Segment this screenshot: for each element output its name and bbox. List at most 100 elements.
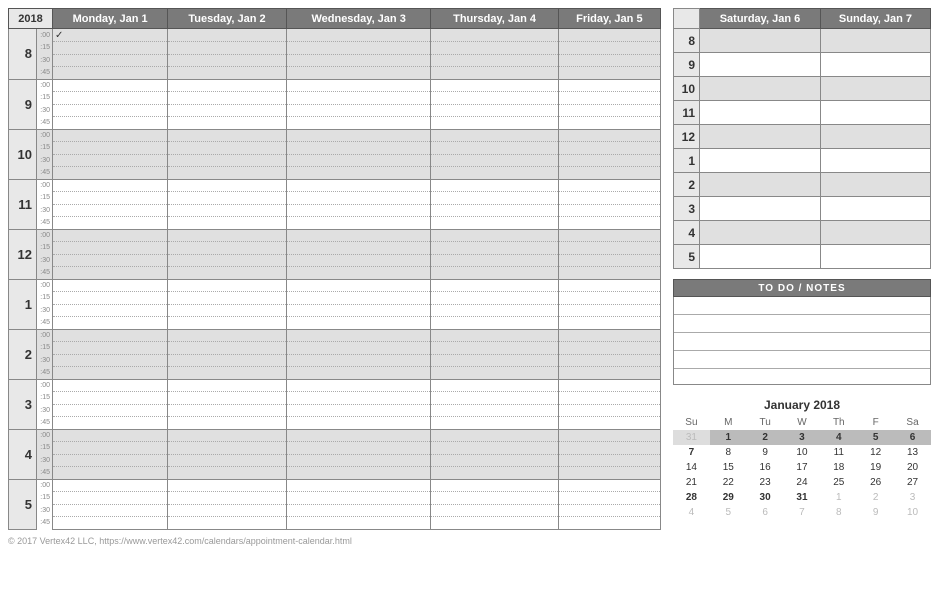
time-slot[interactable] xyxy=(558,129,660,142)
time-slot[interactable] xyxy=(431,379,558,392)
time-slot[interactable] xyxy=(558,467,660,480)
time-slot[interactable] xyxy=(286,117,431,130)
time-slot[interactable] xyxy=(286,79,431,92)
time-slot[interactable] xyxy=(168,317,287,330)
time-slot[interactable] xyxy=(53,167,168,180)
weekend-slot[interactable] xyxy=(700,77,821,101)
time-slot[interactable] xyxy=(286,104,431,117)
time-slot[interactable] xyxy=(558,67,660,80)
weekend-slot[interactable] xyxy=(700,221,821,245)
time-slot[interactable] xyxy=(53,379,168,392)
time-slot[interactable] xyxy=(431,192,558,205)
time-slot[interactable] xyxy=(168,229,287,242)
time-slot[interactable] xyxy=(168,504,287,517)
time-slot[interactable] xyxy=(286,279,431,292)
time-slot[interactable] xyxy=(53,54,168,67)
time-slot[interactable] xyxy=(558,392,660,405)
time-slot[interactable] xyxy=(53,154,168,167)
time-slot[interactable] xyxy=(558,92,660,105)
time-slot[interactable] xyxy=(286,92,431,105)
time-slot[interactable] xyxy=(286,242,431,255)
time-slot[interactable] xyxy=(53,404,168,417)
time-slot[interactable] xyxy=(53,317,168,330)
time-slot[interactable] xyxy=(431,342,558,355)
time-slot[interactable] xyxy=(286,367,431,380)
weekend-slot[interactable] xyxy=(820,149,930,173)
todo-body[interactable] xyxy=(673,297,931,385)
time-slot[interactable] xyxy=(558,217,660,230)
time-slot[interactable] xyxy=(168,217,287,230)
time-slot[interactable] xyxy=(168,254,287,267)
time-slot[interactable] xyxy=(286,292,431,305)
time-slot[interactable] xyxy=(558,354,660,367)
weekend-slot[interactable] xyxy=(700,245,821,269)
time-slot[interactable] xyxy=(286,317,431,330)
time-slot[interactable] xyxy=(558,404,660,417)
weekend-slot[interactable] xyxy=(700,197,821,221)
time-slot[interactable] xyxy=(53,117,168,130)
time-slot[interactable] xyxy=(558,142,660,155)
time-slot[interactable] xyxy=(558,367,660,380)
time-slot[interactable] xyxy=(558,104,660,117)
time-slot[interactable] xyxy=(558,179,660,192)
weekend-slot[interactable] xyxy=(820,101,930,125)
time-slot[interactable] xyxy=(431,392,558,405)
time-slot[interactable] xyxy=(168,304,287,317)
time-slot[interactable] xyxy=(431,254,558,267)
time-slot[interactable] xyxy=(286,354,431,367)
time-slot[interactable] xyxy=(286,167,431,180)
time-slot[interactable] xyxy=(286,229,431,242)
time-slot[interactable] xyxy=(168,292,287,305)
time-slot[interactable] xyxy=(168,192,287,205)
time-slot[interactable] xyxy=(286,129,431,142)
time-slot[interactable] xyxy=(558,517,660,530)
time-slot[interactable] xyxy=(286,392,431,405)
time-slot[interactable] xyxy=(558,317,660,330)
time-slot[interactable] xyxy=(286,204,431,217)
time-slot[interactable] xyxy=(431,154,558,167)
time-slot[interactable] xyxy=(431,279,558,292)
time-slot[interactable] xyxy=(431,229,558,242)
weekend-slot[interactable] xyxy=(820,125,930,149)
weekend-slot[interactable] xyxy=(820,77,930,101)
time-slot[interactable] xyxy=(286,342,431,355)
time-slot[interactable] xyxy=(286,142,431,155)
time-slot[interactable] xyxy=(431,54,558,67)
time-slot[interactable] xyxy=(286,42,431,55)
time-slot[interactable] xyxy=(431,292,558,305)
time-slot[interactable] xyxy=(558,279,660,292)
time-slot[interactable] xyxy=(558,42,660,55)
time-slot[interactable] xyxy=(53,142,168,155)
time-slot[interactable] xyxy=(53,179,168,192)
time-slot[interactable] xyxy=(431,367,558,380)
time-slot[interactable] xyxy=(53,504,168,517)
time-slot[interactable] xyxy=(286,217,431,230)
weekend-slot[interactable] xyxy=(820,29,930,53)
time-slot[interactable] xyxy=(558,492,660,505)
time-slot[interactable] xyxy=(168,279,287,292)
time-slot[interactable] xyxy=(431,492,558,505)
time-slot[interactable] xyxy=(286,454,431,467)
time-slot[interactable] xyxy=(53,67,168,80)
time-slot[interactable] xyxy=(286,417,431,430)
time-slot[interactable] xyxy=(168,467,287,480)
time-slot[interactable] xyxy=(558,479,660,492)
time-slot[interactable] xyxy=(558,167,660,180)
time-slot[interactable] xyxy=(286,192,431,205)
time-slot[interactable] xyxy=(168,492,287,505)
time-slot[interactable] xyxy=(431,79,558,92)
time-slot[interactable] xyxy=(168,179,287,192)
time-slot[interactable] xyxy=(168,129,287,142)
time-slot[interactable] xyxy=(168,392,287,405)
time-slot[interactable] xyxy=(431,267,558,280)
time-slot[interactable] xyxy=(53,217,168,230)
time-slot[interactable] xyxy=(558,429,660,442)
time-slot[interactable] xyxy=(53,354,168,367)
weekend-slot[interactable] xyxy=(820,197,930,221)
time-slot[interactable] xyxy=(168,104,287,117)
time-slot[interactable] xyxy=(558,379,660,392)
time-slot[interactable] xyxy=(431,354,558,367)
time-slot[interactable] xyxy=(431,329,558,342)
time-slot[interactable] xyxy=(558,417,660,430)
time-slot[interactable] xyxy=(53,104,168,117)
